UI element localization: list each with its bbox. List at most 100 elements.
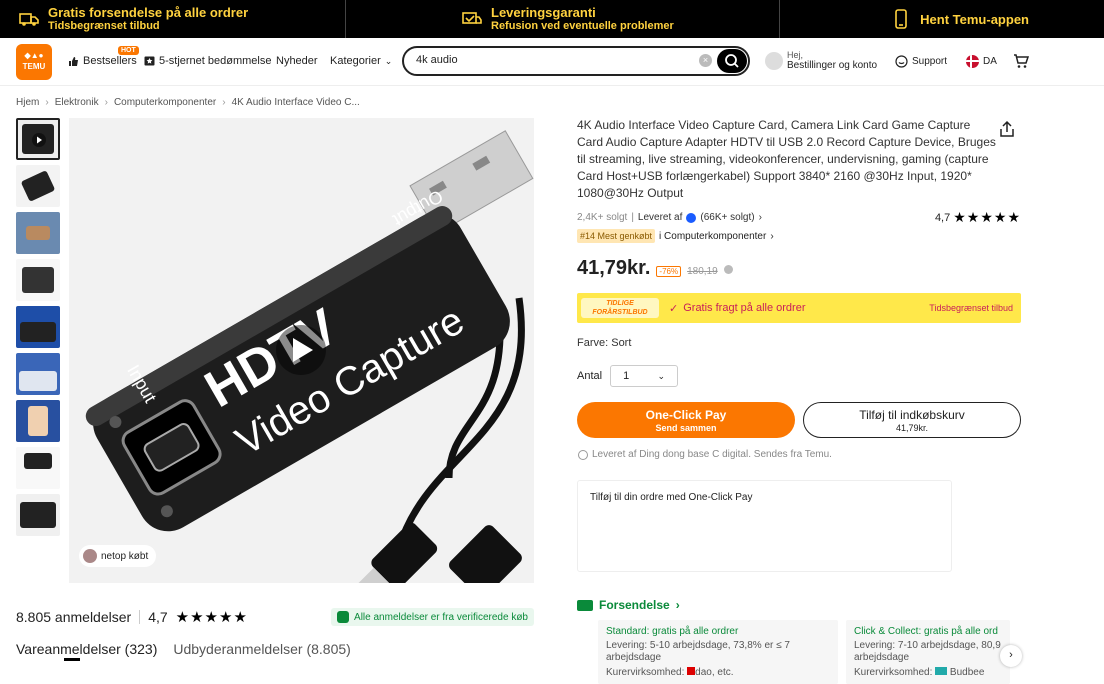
promo-guarantee-sub: Refusion ved eventuelle problemer [491, 20, 674, 32]
original-price: 180,19 [687, 266, 718, 277]
thumbnail[interactable] [16, 118, 60, 160]
thumbnail[interactable] [16, 400, 60, 442]
color-label: Farve: Sort [577, 337, 632, 349]
search-icon [725, 54, 739, 68]
product-title: 4K Audio Interface Video Capture Card, C… [577, 118, 996, 200]
account-greeting: Hej, [787, 50, 804, 60]
thumbnail[interactable] [16, 494, 60, 536]
hdtv-capture-card-illustration: HDTV Video Capture Input Output [85, 130, 534, 583]
nav-bestsellers[interactable]: Bestsellers [68, 55, 137, 67]
main-product-image[interactable]: HDTV Video Capture Input Output netop kø… [69, 118, 534, 583]
shipping-heading[interactable]: Forsendelse › [577, 598, 680, 612]
click-collect-heading: Click & Collect: gratis på alle ord [854, 626, 998, 637]
search-input[interactable]: 4k audio [416, 54, 458, 66]
shipping-option-standard[interactable]: Standard: gratis på alle ordrer Levering… [598, 620, 838, 684]
logo-text: TEMU [22, 62, 46, 71]
add-to-cart-button[interactable]: Tilføj til indkøbskurv 41,79kr. [803, 402, 1021, 438]
next-shipping-button[interactable]: › [1000, 645, 1022, 667]
cart-button[interactable] [1013, 54, 1030, 74]
one-click-pay-button[interactable]: One-Click Pay Send sammen [577, 402, 795, 438]
click-collect-courier: Kurervirksomhed: Budbee [854, 667, 1002, 679]
promo-guarantee[interactable]: Leveringsgaranti Refusion ved eventuelle… [345, 0, 780, 38]
courier-label: Kurervirksomhed: [606, 667, 685, 678]
info-icon [578, 449, 588, 460]
promo-app-label: Hent Temu-appen [920, 11, 1029, 27]
standard-heading: Standard: gratis på alle ordrer [606, 626, 739, 637]
chevron-right-icon: › [758, 212, 762, 223]
nav-five-star[interactable]: 5-stjernet bedømmelse [144, 55, 272, 67]
clear-search-icon[interactable]: × [699, 54, 712, 67]
quantity-value: 1 [623, 370, 630, 382]
temu-logo[interactable]: ◆▲● TEMU [16, 44, 52, 80]
just-bought-badge: netop købt [79, 545, 157, 567]
rating-stars-icon: ★★★★★ [953, 209, 1021, 225]
add-to-cart-price: 41,79kr. [895, 423, 929, 433]
nav-news[interactable]: Nyheder [276, 55, 318, 67]
add-to-cart-label: Tilføj til indkøbskurv [859, 408, 965, 422]
language-selector[interactable]: DA [966, 55, 997, 68]
price-line: 41,79kr. -76% 180,19 [577, 257, 733, 280]
rank-line[interactable]: #14 Mest genkøbt i Computerkomponenter › [577, 229, 774, 243]
nav-bestsellers-label: Bestsellers [83, 55, 137, 67]
rating-stars-icon: ★★★★★ [175, 609, 248, 626]
standard-courier: Kurervirksomhed: dao, etc. [606, 667, 830, 679]
thumbnail[interactable] [16, 165, 60, 207]
thumbnail[interactable] [16, 212, 60, 254]
truck-icon [577, 599, 593, 611]
thumbnail[interactable] [16, 259, 60, 301]
seller-sold-count[interactable]: (66K+ solgt) [700, 212, 754, 223]
nav-categories-label: Kategorier [330, 55, 381, 67]
breadcrumb-separator: › [104, 97, 108, 108]
account-label: Bestillinger og konto [787, 60, 878, 71]
info-icon[interactable] [723, 265, 733, 274]
shipping-option-click-collect[interactable]: Click & Collect: gratis på alle ord Leve… [846, 620, 1010, 684]
delivery-note-text: Leveret af Ding dong base C digital. Sen… [592, 449, 832, 460]
thumbs-up-icon [69, 56, 78, 66]
share-button[interactable] [998, 120, 1016, 143]
thumbnail[interactable] [16, 306, 60, 348]
courier-label: Kurervirksomhed: [854, 667, 933, 678]
promo-guarantee-title: Leveringsgaranti [491, 5, 596, 20]
breadcrumb: Hjem › Elektronik › Computerkomponenter › 4… [16, 97, 360, 108]
sold-count: 2,4K+ solgt [577, 212, 628, 223]
breadcrumb-item[interactable]: Elektronik [55, 97, 99, 108]
courier-logo-icon [935, 667, 948, 675]
language-label: DA [983, 56, 997, 67]
promo-banner[interactable]: TIDLIGE FORÅRSTILBUD ✓ Gratis fragt på a… [577, 293, 1021, 323]
banner-limited-offer: Tidsbegrænset tilbud [929, 303, 1013, 313]
chevron-down-icon: ⌄ [384, 55, 393, 66]
play-icon [32, 133, 46, 147]
logo-glyphs: ◆▲● [24, 51, 44, 60]
thumbnail[interactable] [16, 447, 60, 489]
promo-app[interactable]: Hent Temu-appen [780, 0, 1104, 38]
user-avatar-icon [765, 51, 783, 70]
promo-free-shipping[interactable]: Gratis forsendelse på alle ordrer Tidsbe… [0, 0, 345, 38]
shield-icon [337, 611, 350, 623]
search-bar: 4k audio × [402, 46, 750, 76]
one-click-pay-box: Tilføj til din ordre med One-Click Pay [577, 480, 952, 572]
standard-delivery: Levering: 5-10 arbejdsdage, 73,8% er ≤ 7… [606, 640, 790, 663]
check-icon: ✓ [669, 302, 679, 315]
thumbnail[interactable] [16, 353, 60, 395]
buyer-avatar [83, 549, 97, 563]
tab-seller-reviews[interactable]: Udbyderanmeldelser (8.805) [173, 641, 350, 657]
breadcrumb-item[interactable]: 4K Audio Interface Video C... [232, 97, 360, 108]
tab-product-reviews[interactable]: Vareanmeldelser (323) [16, 641, 157, 657]
promo-bar: Gratis forsendelse på alle ordrer Tidsbe… [0, 0, 1104, 38]
search-button[interactable] [717, 49, 747, 73]
account-menu[interactable]: Hej, Bestillinger og konto [765, 50, 877, 71]
delivered-by-label: Leveret af [637, 212, 683, 223]
phone-icon [895, 9, 907, 29]
breadcrumb-item[interactable]: Hjem [16, 97, 39, 108]
breadcrumb-item[interactable]: Computerkomponenter [114, 97, 216, 108]
support-link[interactable]: Support [895, 55, 947, 68]
product-rating[interactable]: 4,7 ★★★★★ [935, 209, 1021, 226]
review-rating: 4,7 [148, 609, 168, 625]
reviews-section: 8.805 anmeldelser 4,7 ★★★★★ Alle anmelde… [16, 608, 534, 657]
quantity-select[interactable]: 1 ⌄ [610, 365, 679, 387]
verified-label: Alle anmeldelser er fra verificerede køb [354, 611, 528, 623]
nav-categories[interactable]: Kategorier ⌄ [330, 55, 392, 67]
thumbnail-list [16, 118, 60, 541]
seller-logo-icon[interactable] [686, 212, 697, 223]
quantity-line: Antal 1 ⌄ [577, 365, 679, 387]
